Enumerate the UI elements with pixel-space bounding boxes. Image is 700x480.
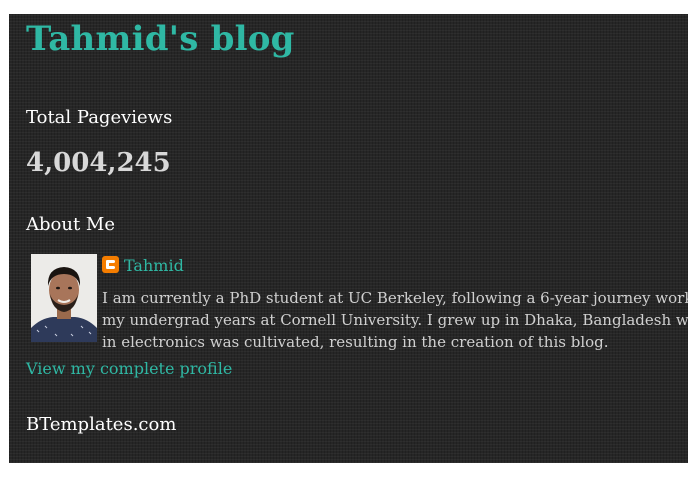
bio-line: in electronics was cultivated, resulting… bbox=[102, 333, 609, 351]
pageviews-widget-title: Total Pageviews bbox=[26, 107, 173, 128]
author-avatar[interactable] bbox=[31, 254, 97, 342]
bio-line: my undergrad years at Cornell University… bbox=[102, 311, 688, 329]
about-widget-title: About Me bbox=[26, 214, 115, 235]
credits-widget-title[interactable]: BTemplates.com bbox=[26, 414, 176, 435]
sidebar-panel: Tahmid's blog Total Pageviews 4,004,245 … bbox=[9, 14, 688, 463]
author-bio: I am currently a PhD student at UC Berke… bbox=[102, 287, 688, 353]
author-photo bbox=[31, 254, 97, 342]
blogger-icon bbox=[102, 256, 119, 273]
bio-line: I am currently a PhD student at UC Berke… bbox=[102, 289, 688, 307]
blog-title[interactable]: Tahmid's blog bbox=[26, 19, 295, 59]
view-profile-link[interactable]: View my complete profile bbox=[26, 359, 232, 378]
pageviews-counter: 4,004,245 bbox=[26, 148, 171, 178]
author-name-link[interactable]: Tahmid bbox=[124, 256, 184, 275]
